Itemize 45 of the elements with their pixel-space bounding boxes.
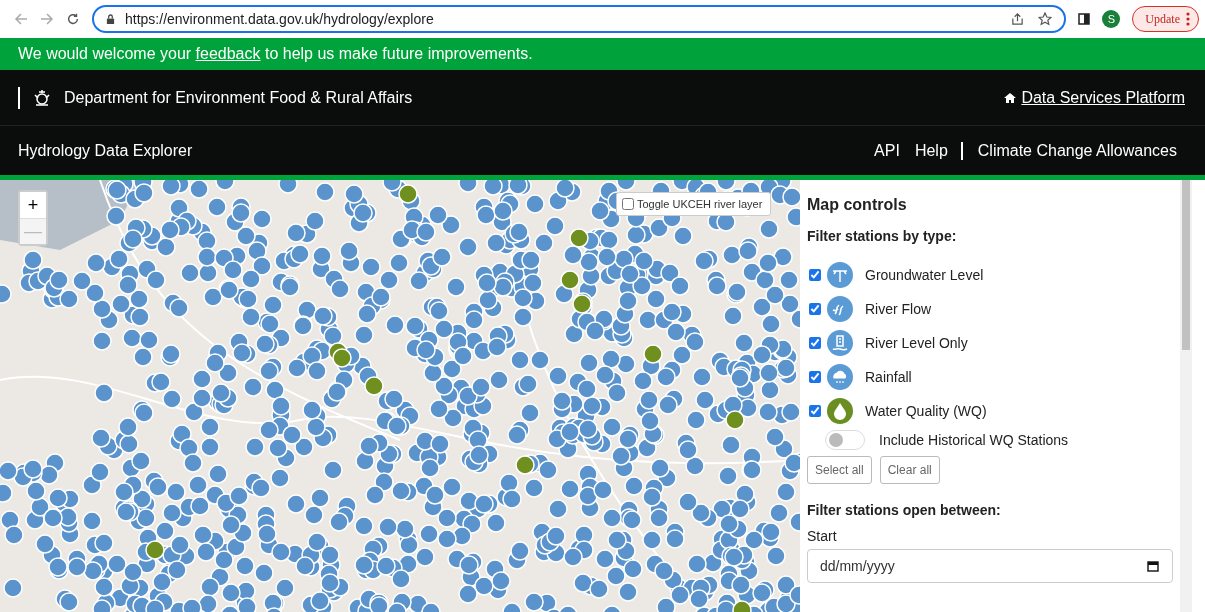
nav-link[interactable]: Help: [914, 141, 948, 160]
feedback-message: We would welcome your feedback to help us make future improvements.: [18, 45, 533, 63]
share-icon[interactable]: [1011, 12, 1025, 26]
station-type-label: River Flow: [865, 301, 932, 317]
filter-button[interactable]: Clear all: [879, 456, 940, 484]
app-title: Hydrology Data Explorer: [18, 141, 194, 160]
start-label: Start: [807, 528, 838, 544]
checkbox[interactable]: [809, 303, 821, 315]
nav-link[interactable]: API: [874, 141, 900, 160]
data-services-link[interactable]: Data Services Platform: [1004, 88, 1185, 107]
date-filter-heading: Filter stations open between:: [807, 502, 1002, 518]
sidebar-icon[interactable]: [1078, 13, 1091, 25]
filter-heading: Filter stations by type:: [807, 228, 958, 244]
star-icon[interactable]: [1038, 12, 1053, 26]
river-layer-label: Toggle UKCEH river layer: [637, 198, 763, 210]
kebab-icon: [1186, 12, 1190, 26]
update-button[interactable]: Update: [1132, 6, 1199, 32]
lock-icon: [106, 13, 115, 25]
scrollbar[interactable]: [1180, 180, 1192, 612]
station-type-label: Groundwater Level: [865, 267, 984, 283]
reload-icon[interactable]: [66, 12, 80, 26]
start-date-field[interactable]: dd/mm/yyyy: [807, 549, 1173, 583]
map-drawing[interactable]: [0, 180, 800, 612]
url-text: https://environment.data.gov.uk/hydrology/explore: [125, 11, 435, 27]
checkbox[interactable]: [809, 371, 821, 383]
nav-link[interactable]: Climate Change Allowances: [977, 141, 1177, 160]
station-type-label: River Level Only: [865, 335, 968, 351]
station-type-label: Rainfall: [865, 369, 912, 385]
back-icon[interactable]: [14, 12, 28, 26]
checkbox[interactable]: [809, 337, 821, 349]
checkbox[interactable]: [809, 405, 821, 417]
checkbox[interactable]: [809, 269, 821, 281]
home-icon: [1004, 91, 1017, 104]
station-type-label: Water Quality (WQ): [865, 403, 987, 419]
forward-icon[interactable]: [40, 12, 54, 26]
crest-icon: [32, 88, 52, 107]
filter-button[interactable]: Select all: [807, 456, 872, 484]
historical-label: Include Historical WQ Stations: [879, 432, 1069, 448]
profile-avatar[interactable]: S: [1102, 10, 1121, 28]
river-layer-toggle[interactable]: Toggle UKCEH river layer: [616, 192, 772, 216]
checkbox[interactable]: [622, 198, 634, 210]
address-bar[interactable]: https://environment.data.gov.uk/hydrology/explore: [92, 5, 1067, 33]
panel-title: Map controls: [807, 196, 908, 214]
calendar-icon[interactable]: [1147, 560, 1159, 572]
department-name: Department for Environment Food & Rural Affairs: [64, 88, 414, 107]
